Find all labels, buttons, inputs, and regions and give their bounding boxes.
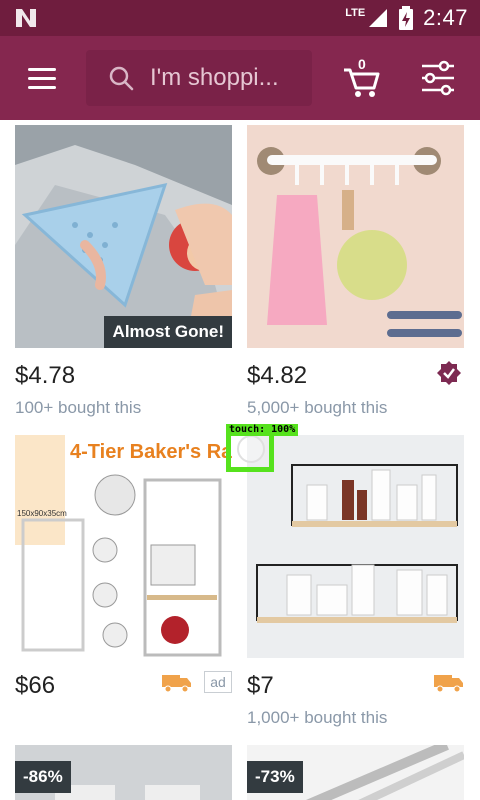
- touch-indicator-label: touch: 100%: [226, 424, 299, 436]
- product-card[interactable]: 4-Tier Baker's Rack 150x90x35cm: [15, 435, 232, 658]
- image-title-text: 4-Tier Baker's Rack: [70, 441, 232, 463]
- product-price: $4.82: [247, 362, 308, 389]
- product-card[interactable]: -73%: [247, 745, 464, 800]
- network-type-label: LTE: [345, 7, 366, 19]
- product-image-sink-strainer[interactable]: Almost Gone!: [15, 125, 232, 348]
- clock: 2:47: [423, 5, 468, 30]
- product-feed[interactable]: Almost Gone! $4.78 100+ bought this $4.8…: [0, 120, 480, 800]
- product-card[interactable]: Almost Gone!: [15, 125, 232, 348]
- image-caption-text: 150x90x35cm: [17, 509, 67, 518]
- bought-count: 5,000+ bought this: [247, 398, 388, 417]
- product-image-bakers-rack[interactable]: 4-Tier Baker's Rack 150x90x35cm: [15, 435, 232, 658]
- ad-label: ad: [204, 671, 232, 693]
- product-card[interactable]: -86%: [15, 745, 232, 800]
- search-placeholder: I'm shoppi...: [150, 64, 279, 91]
- product-card[interactable]: [247, 125, 464, 348]
- touch-point-icon: [237, 435, 265, 463]
- app-bar: I'm shoppi... 0: [0, 36, 480, 120]
- battery-charging-icon: [399, 6, 414, 30]
- product-image-partial[interactable]: -86%: [15, 745, 232, 800]
- shipping-truck-icon: [434, 675, 463, 693]
- hamburger-icon-line: [28, 76, 56, 80]
- discount-badge: -73%: [247, 761, 303, 793]
- menu-button[interactable]: [18, 58, 66, 98]
- product-image-partial[interactable]: -73%: [247, 745, 464, 800]
- search-input[interactable]: I'm shoppi...: [86, 50, 312, 106]
- shipping-truck-icon: [162, 675, 191, 693]
- hamburger-icon-line: [28, 67, 56, 71]
- product-price: $4.78: [15, 362, 76, 389]
- bought-count: 100+ bought this: [15, 398, 142, 417]
- product-image-hook-rack[interactable]: [247, 125, 464, 348]
- discount-badge: -86%: [15, 761, 71, 793]
- sink-strainer-illustration: [15, 125, 232, 348]
- cart-button[interactable]: 0: [340, 52, 384, 100]
- hook-rack-illustration: [247, 125, 464, 348]
- android-n-logo-icon: [16, 9, 36, 27]
- filter-button[interactable]: [418, 58, 458, 98]
- search-icon: [109, 66, 134, 91]
- verified-badge-icon: [437, 361, 461, 385]
- hamburger-icon-line: [28, 85, 56, 89]
- bought-count: 1,000+ bought this: [247, 708, 388, 727]
- cart-count-badge: 0: [358, 56, 366, 72]
- bakers-rack-illustration: [15, 435, 232, 658]
- status-bar: LTE 2:47: [0, 0, 480, 36]
- filter-sliders-icon: [422, 60, 454, 96]
- wall-shelf-illustration: [247, 435, 464, 658]
- product-card[interactable]: [247, 435, 464, 658]
- product-price: $66: [15, 672, 56, 699]
- product-image-wall-shelf[interactable]: [247, 435, 464, 658]
- almost-gone-badge: Almost Gone!: [103, 316, 232, 348]
- product-price: $7: [247, 672, 274, 699]
- signal-icon: [369, 9, 388, 27]
